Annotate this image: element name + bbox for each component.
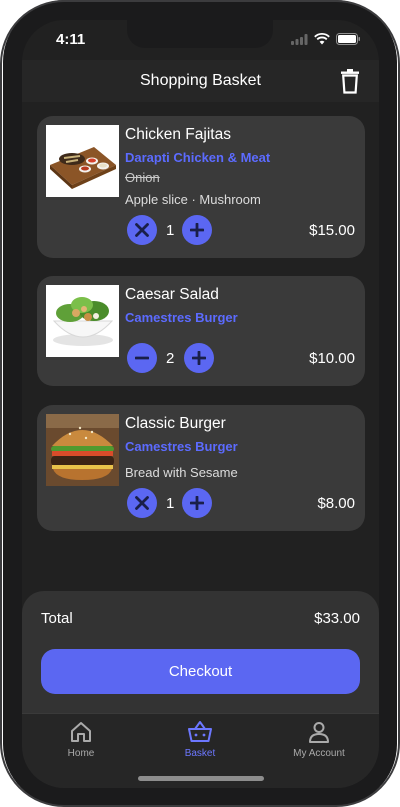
page-title: Shopping Basket bbox=[140, 72, 261, 89]
item-name: Caesar Salad bbox=[125, 286, 219, 303]
app-header: Shopping Basket bbox=[22, 60, 379, 102]
remove-item-button[interactable] bbox=[127, 215, 157, 245]
item-removed-ingredient: Onion bbox=[125, 170, 160, 185]
basket-summary: Total $33.00 Checkout bbox=[22, 591, 379, 717]
status-time: 4:11 bbox=[56, 31, 86, 48]
item-quantity: 1 bbox=[166, 495, 175, 512]
wifi-icon bbox=[314, 33, 330, 45]
signal-icon bbox=[291, 33, 308, 45]
close-icon bbox=[135, 223, 149, 237]
close-icon bbox=[135, 496, 149, 510]
total-value: $33.00 bbox=[314, 610, 360, 627]
item-quantity: 2 bbox=[166, 350, 175, 367]
basket-item-card[interactable]: Classic Burger Camestres Burger Bread wi… bbox=[37, 405, 365, 531]
item-name: Chicken Fajitas bbox=[125, 126, 231, 143]
app-screen: 4:11 Shopping Basket Chicken Fajitas Dar… bbox=[22, 20, 379, 788]
increase-quantity-button[interactable] bbox=[184, 343, 214, 373]
item-image-classic-burger bbox=[46, 414, 119, 486]
plus-icon bbox=[190, 223, 204, 237]
item-price: $15.00 bbox=[309, 222, 355, 239]
checkout-button[interactable]: Checkout bbox=[41, 649, 360, 694]
increase-quantity-button[interactable] bbox=[182, 488, 212, 518]
battery-icon bbox=[336, 33, 360, 45]
tab-my-account-label: My Account bbox=[293, 748, 345, 759]
basket-item-card[interactable]: Caesar Salad Camestres Burger 2 $10.00 bbox=[37, 276, 365, 386]
remove-item-button[interactable] bbox=[127, 488, 157, 518]
minus-icon bbox=[135, 356, 149, 360]
item-price: $10.00 bbox=[309, 350, 355, 367]
item-options: Apple slice · Mushroom bbox=[125, 192, 261, 207]
tab-basket-label: Basket bbox=[184, 748, 216, 759]
tab-home-label: Home bbox=[67, 748, 95, 759]
decrease-quantity-button[interactable] bbox=[127, 343, 157, 373]
home-indicator bbox=[138, 776, 264, 781]
item-options: Bread with Sesame bbox=[125, 465, 238, 480]
item-quantity: 1 bbox=[166, 222, 175, 239]
account-icon bbox=[309, 722, 329, 743]
total-label: Total bbox=[41, 610, 73, 627]
plus-icon bbox=[190, 496, 204, 510]
tab-home[interactable]: Home bbox=[31, 719, 131, 759]
item-price: $8.00 bbox=[317, 495, 355, 512]
item-restaurant[interactable]: Darapti Chicken & Meat bbox=[125, 150, 270, 165]
item-image-chicken-fajitas bbox=[46, 125, 119, 197]
tab-basket[interactable]: Basket bbox=[150, 719, 250, 759]
basket-icon bbox=[188, 721, 212, 742]
plus-icon bbox=[192, 351, 206, 365]
item-restaurant[interactable]: Camestres Burger bbox=[125, 439, 238, 454]
home-icon bbox=[71, 722, 91, 742]
increase-quantity-button[interactable] bbox=[182, 215, 212, 245]
item-restaurant[interactable]: Camestres Burger bbox=[125, 310, 238, 325]
item-name: Classic Burger bbox=[125, 415, 226, 432]
status-icons bbox=[291, 33, 361, 45]
item-image-caesar-salad bbox=[46, 285, 119, 357]
trash-icon[interactable] bbox=[339, 68, 361, 94]
tab-my-account[interactable]: My Account bbox=[269, 719, 369, 759]
notch bbox=[127, 20, 273, 48]
basket-item-card[interactable]: Chicken Fajitas Darapti Chicken & Meat O… bbox=[37, 116, 365, 258]
